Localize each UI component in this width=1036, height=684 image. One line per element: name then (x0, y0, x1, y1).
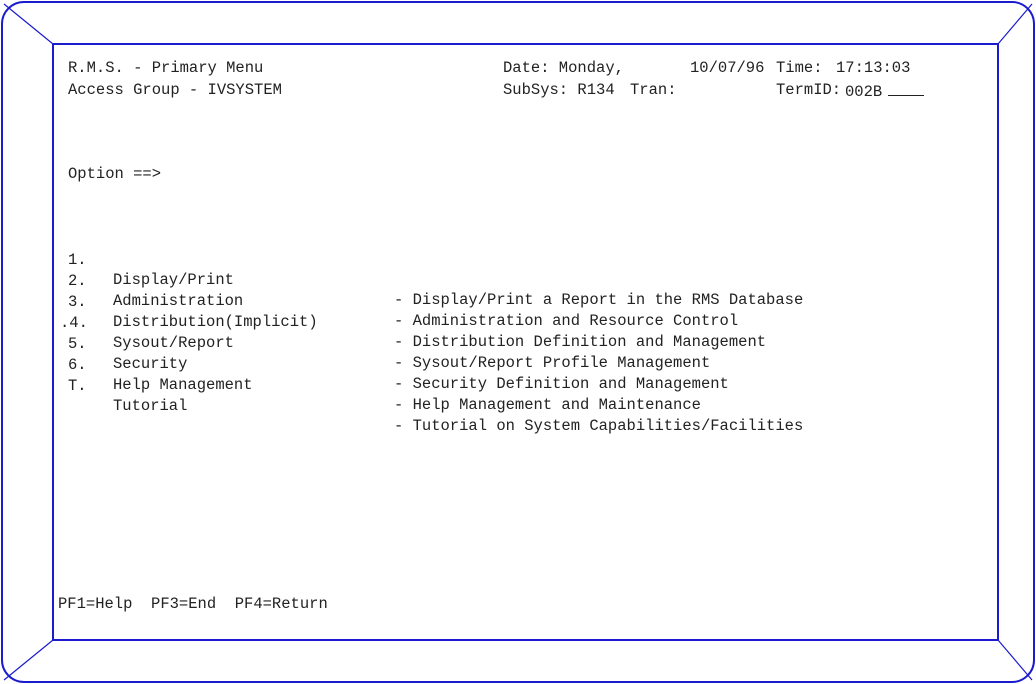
screen-title: R.M.S. - Primary Menu (68, 59, 264, 77)
menu-item-sysout-report[interactable]: .4. Sysout/Report - Sysout/Report Profil… (60, 293, 908, 372)
tran-label: Tran: (630, 81, 677, 99)
access-group: Access Group - IVSYSTEM (68, 81, 282, 99)
menu-item-distribution[interactable]: 3. Distribution(Implicit) - Distribution… (68, 272, 908, 351)
menu-item-tutorial[interactable]: T. Tutorial - Tutorial on System Capabil… (68, 356, 908, 435)
termid-input-field[interactable] (888, 80, 925, 96)
termid-value: 002B (845, 80, 925, 102)
menu-item-description: - Security Definition and Management (394, 375, 729, 393)
function-key-bar: PF1=Help PF3=End PF4=Return (58, 595, 328, 613)
time-label: Time: (776, 59, 823, 77)
menu-item-security[interactable]: 5. Security - Security Definition and Ma… (68, 314, 908, 393)
menu-item-label: Help Management (113, 376, 253, 394)
menu-item-display-print[interactable]: 1. Display/Print - Display/Print a Repor… (68, 230, 908, 309)
date-value: 10/07/96 (690, 59, 765, 77)
menu-item-description: - Help Management and Maintenance (394, 396, 701, 414)
subsys-label: SubSys: R134 (503, 81, 615, 99)
menu-item-help-management[interactable]: 6. Help Management - Help Management and… (68, 335, 908, 414)
termid-label: TermID: (776, 81, 842, 99)
menu-item-administration[interactable]: 2. Administration - Administration and R… (68, 251, 908, 330)
menu-item-number: T. (68, 377, 87, 395)
date-label: Date: Monday, (503, 59, 624, 77)
menu-item-label: Tutorial (113, 397, 188, 415)
option-input[interactable] (170, 164, 370, 182)
time-value: 17:13:03 (836, 59, 911, 77)
menu-item-description: - Tutorial on System Capabilities/Facili… (394, 417, 804, 435)
option-prompt: Option ==> (68, 164, 370, 184)
